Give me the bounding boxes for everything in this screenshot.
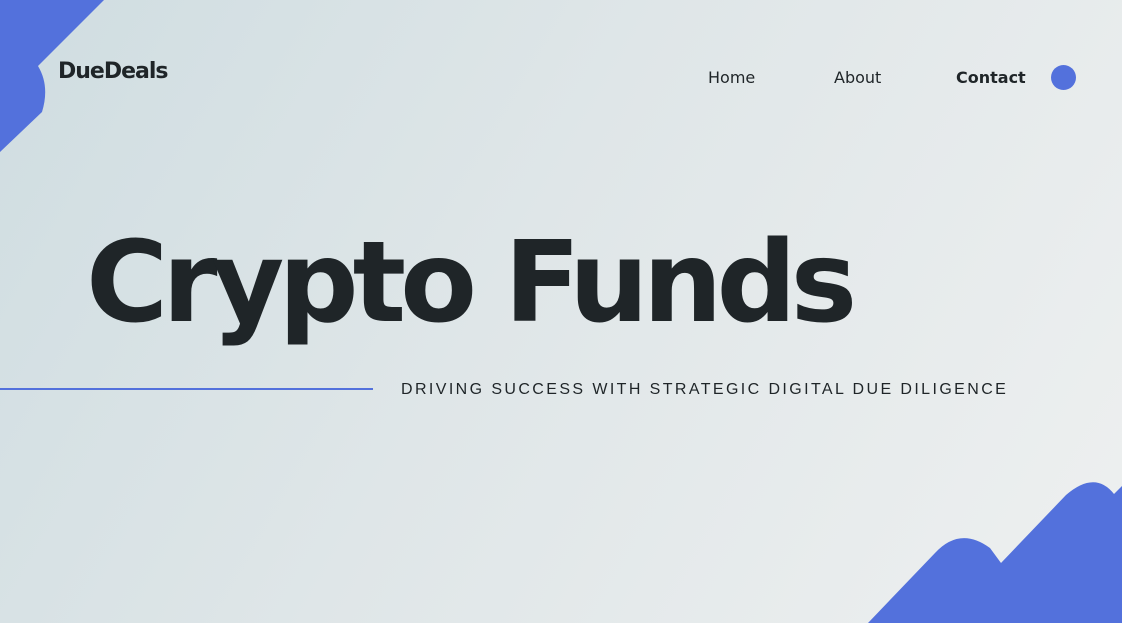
bottom-right-mountain-shape xyxy=(868,482,1122,623)
hero-subtitle: DRIVING SUCCESS WITH STRATEGIC DIGITAL D… xyxy=(401,381,1009,398)
hero-title: Crypto Funds xyxy=(86,218,857,348)
landing-page: DueDeals Home About Contact Crypto Funds… xyxy=(0,0,1122,623)
brand-logo[interactable]: DueDeals xyxy=(58,59,169,84)
nav-contact-link[interactable]: Contact xyxy=(956,68,1026,87)
nav-about-link[interactable]: About xyxy=(834,68,881,87)
hero-divider-line xyxy=(0,388,373,390)
circle-icon[interactable] xyxy=(1051,65,1076,90)
nav-home-link[interactable]: Home xyxy=(708,68,755,87)
